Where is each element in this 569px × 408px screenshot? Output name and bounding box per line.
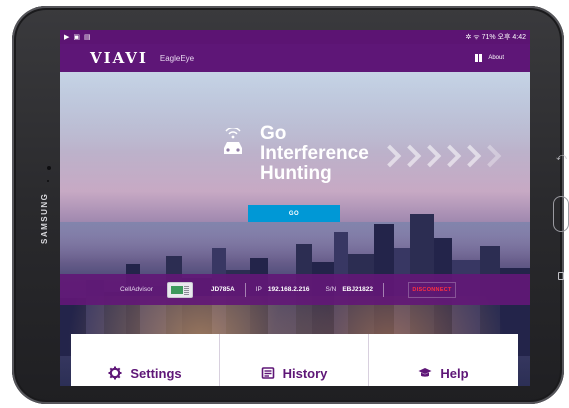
help-tile[interactable]: Help [369,334,518,386]
instrument-thumbnail [166,281,193,298]
app-header: VIAVI EagleEye About [60,44,530,72]
headline-line-3: Hunting [260,163,332,184]
ip-label: IP [255,286,262,293]
history-label: History [282,365,328,381]
gallery-icon: ▤ [84,34,91,41]
about-label: About [488,55,504,61]
hardware-recent-apps-key[interactable] [558,272,564,280]
device-brand: SAMSUNG [40,192,49,244]
about-button[interactable]: About [475,54,504,62]
serial-number: EBJ21822 [342,286,374,293]
hero-city-background: Go Interference Hunting GO CellAdvisor J… [60,72,530,386]
image-icon: ▣ [73,34,81,41]
settings-label: Settings [130,365,182,381]
product-name: EagleEye [159,53,195,63]
tablet-screen: ▶ ▣ ▤ ✲ ᯤ 71% 오후 4:42 VIAVI EagleEye Abo… [60,30,530,386]
chevrons-decoration [378,144,502,168]
android-status-bar: ▶ ▣ ▤ ✲ ᯤ 71% 오후 4:42 [60,30,530,44]
instrument-label: CellAdvisor [120,286,153,293]
divider [244,282,246,297]
settings-tile[interactable]: Settings [71,334,220,386]
status-left-icons: ▶ ▣ ▤ [64,33,91,41]
serial-label: S/N [325,286,337,293]
ip-address: 192.168.2.216 [267,286,310,293]
help-label: Help [440,365,469,381]
disconnect-button[interactable]: DISCONNECT [408,281,457,298]
headline-line-2: Interference [260,143,369,164]
connection-bar: CellAdvisor JD785A IP 192.168.2.216 S/N … [60,274,530,305]
hero-headline: Go Interference Hunting [260,124,369,184]
status-right-info: ✲ ᯤ 71% 오후 4:42 [465,34,526,41]
front-sensor [47,180,49,182]
history-tile[interactable]: History [220,334,369,386]
history-icon [261,367,274,379]
bottom-tiles: Settings History Help [71,334,518,386]
hardware-back-key[interactable]: ⤺ [556,152,567,163]
front-camera [47,166,51,170]
chevron-right-icon [478,144,502,168]
graduation-cap-icon [418,368,432,377]
viavi-logo: VIAVI [90,49,148,67]
divider [383,282,385,297]
hardware-home-button[interactable] [553,196,569,232]
book-icon [475,54,483,62]
car-signal-icon [224,128,242,154]
instrument-model: JD785A [210,286,235,293]
play-icon: ▶ [64,34,70,41]
headline-line-1: Go [260,123,287,144]
gear-icon [108,366,122,380]
go-button[interactable]: GO [248,205,340,222]
